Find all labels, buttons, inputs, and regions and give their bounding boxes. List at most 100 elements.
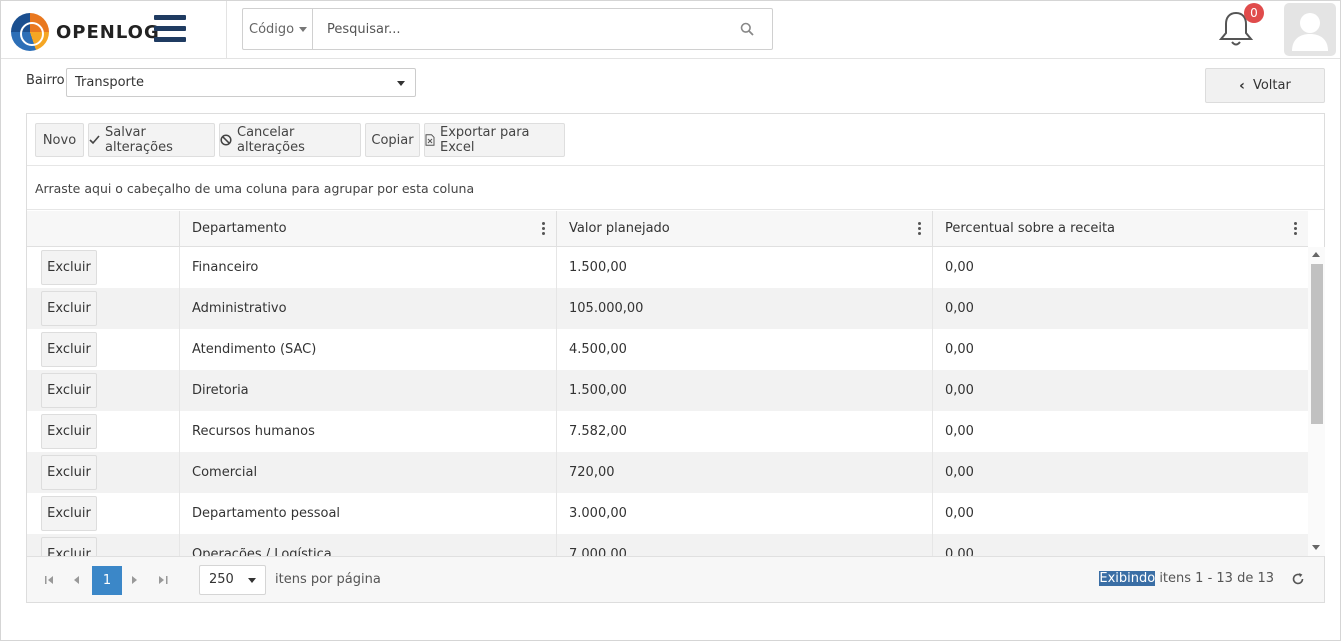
pager-info: Exibindo itens 1 - 13 de 13	[1099, 571, 1274, 586]
delete-row-button[interactable]: Excluir	[41, 455, 97, 490]
cell-departamento[interactable]: Recursos humanos	[179, 411, 556, 452]
brand[interactable]: OPENLOG	[11, 13, 160, 51]
scroll-down-arrow-icon[interactable]	[1312, 545, 1320, 550]
chevron-left-icon: ‹	[1239, 77, 1245, 94]
search-type-label: Código	[249, 21, 295, 37]
cell-departamento[interactable]: Administrativo	[179, 288, 556, 329]
table-row: Excluir Departamento pessoal 3.000,00 0,…	[27, 493, 1308, 534]
bairro-label: Bairro:	[26, 73, 70, 88]
table-row: Excluir Operações / Logística 7.000,00 0…	[27, 534, 1308, 556]
next-page-icon[interactable]	[125, 557, 145, 603]
cell-departamento[interactable]: Financeiro	[179, 247, 556, 288]
search-bar: Código	[242, 8, 773, 50]
grid-pager: 1 250 itens por página Exibindo itens 1 …	[27, 556, 1324, 602]
search-input[interactable]	[313, 9, 722, 49]
column-header-valor-planejado[interactable]: Valor planejado	[556, 211, 932, 247]
hamburger-menu-icon[interactable]	[154, 15, 186, 42]
cell-percentual[interactable]: 0,00	[932, 493, 1308, 534]
cell-departamento[interactable]: Atendimento (SAC)	[179, 329, 556, 370]
delete-row-button[interactable]: Excluir	[41, 250, 97, 285]
cell-valor-planejado[interactable]: 105.000,00	[556, 288, 932, 329]
top-header: OPENLOG Código 0	[1, 1, 1340, 59]
cell-percentual[interactable]: 0,00	[932, 452, 1308, 493]
table-row: Excluir Financeiro 1.500,00 0,00	[27, 247, 1308, 288]
column-header-label: Valor planejado	[569, 221, 670, 236]
search-icon[interactable]	[722, 9, 772, 49]
cell-percentual[interactable]: 0,00	[932, 370, 1308, 411]
first-page-icon[interactable]	[39, 557, 59, 603]
search-type-dropdown[interactable]: Código	[243, 9, 313, 49]
table-row: Excluir Atendimento (SAC) 4.500,00 0,00	[27, 329, 1308, 370]
caret-down-icon	[248, 578, 256, 583]
bairro-selected-value: Transporte	[75, 75, 144, 90]
back-button-label: Voltar	[1252, 78, 1291, 93]
cell-valor-planejado[interactable]: 1.500,00	[556, 370, 932, 411]
refresh-icon[interactable]	[1291, 572, 1307, 588]
table-row: Excluir Recursos humanos 7.582,00 0,00	[27, 411, 1308, 452]
copy-button[interactable]: Copiar	[365, 123, 420, 157]
save-changes-label: Salvar alterações	[105, 125, 173, 155]
column-header-label: Percentual sobre a receita	[945, 221, 1116, 236]
cell-departamento[interactable]: Departamento pessoal	[179, 493, 556, 534]
cell-valor-planejado[interactable]: 7.582,00	[556, 411, 932, 452]
grid-body: Excluir Financeiro 1.500,00 0,00 Excluir…	[27, 247, 1308, 556]
grid-toolbar: Novo Salvar alterações Cancelar alteraçõ…	[27, 114, 1324, 166]
notification-count-badge: 0	[1244, 3, 1264, 23]
page-size-select[interactable]: 250	[199, 565, 266, 595]
header-divider	[226, 1, 227, 58]
cell-percentual[interactable]: 0,00	[932, 329, 1308, 370]
column-menu-icon[interactable]	[542, 222, 546, 236]
export-excel-label: Exportar para Excel	[440, 125, 530, 155]
column-header-label: Departamento	[192, 221, 287, 236]
last-page-icon[interactable]	[153, 557, 173, 603]
cell-departamento[interactable]: Diretoria	[179, 370, 556, 411]
pager-info-highlight: Exibindo	[1099, 571, 1156, 586]
delete-row-button[interactable]: Excluir	[41, 537, 97, 556]
group-drop-area[interactable]: Arraste aqui o cabeçalho de uma coluna p…	[27, 167, 1324, 210]
column-header-actions	[27, 211, 179, 247]
grid-vertical-scrollbar[interactable]	[1308, 247, 1325, 556]
cell-valor-planejado[interactable]: 4.500,00	[556, 329, 932, 370]
delete-row-button[interactable]: Excluir	[41, 291, 97, 326]
cell-percentual[interactable]: 0,00	[932, 534, 1308, 556]
back-button[interactable]: ‹ Voltar	[1205, 68, 1325, 103]
cancel-changes-button[interactable]: Cancelar alterações	[219, 123, 361, 157]
page-size-value: 250	[209, 572, 234, 587]
data-grid: Novo Salvar alterações Cancelar alteraçõ…	[26, 113, 1325, 603]
scrollbar-thumb[interactable]	[1311, 264, 1323, 424]
column-header-percentual[interactable]: Percentual sobre a receita	[932, 211, 1308, 247]
bairro-select[interactable]: Transporte	[66, 68, 416, 97]
cell-percentual[interactable]: 0,00	[932, 411, 1308, 452]
cell-percentual[interactable]: 0,00	[932, 288, 1308, 329]
export-excel-button[interactable]: Exportar para Excel	[424, 123, 565, 157]
scroll-up-arrow-icon[interactable]	[1312, 252, 1320, 257]
delete-row-button[interactable]: Excluir	[41, 496, 97, 531]
copy-button-label: Copiar	[371, 132, 414, 148]
caret-down-icon	[397, 81, 405, 86]
cell-valor-planejado[interactable]: 1.500,00	[556, 247, 932, 288]
cell-departamento[interactable]: Operações / Logística	[179, 534, 556, 556]
brand-name: OPENLOG	[56, 21, 160, 43]
save-changes-button[interactable]: Salvar alterações	[88, 123, 215, 157]
new-button[interactable]: Novo	[35, 123, 84, 157]
delete-row-button[interactable]: Excluir	[41, 414, 97, 449]
cell-valor-planejado[interactable]: 7.000,00	[556, 534, 932, 556]
user-avatar[interactable]	[1284, 3, 1336, 56]
table-row: Excluir Diretoria 1.500,00 0,00	[27, 370, 1308, 411]
caret-down-icon	[299, 26, 308, 32]
delete-row-button[interactable]: Excluir	[41, 373, 97, 408]
cell-valor-planejado[interactable]: 3.000,00	[556, 493, 932, 534]
cell-valor-planejado[interactable]: 720,00	[556, 452, 932, 493]
delete-row-button[interactable]: Excluir	[41, 332, 97, 367]
pager-info-text: itens 1 - 13 de 13	[1155, 571, 1274, 586]
cell-departamento[interactable]: Comercial	[179, 452, 556, 493]
column-menu-icon[interactable]	[1294, 222, 1298, 236]
table-row: Excluir Comercial 720,00 0,00	[27, 452, 1308, 493]
column-menu-icon[interactable]	[918, 222, 922, 236]
current-page-button[interactable]: 1	[92, 566, 122, 595]
column-header-departamento[interactable]: Departamento	[179, 211, 556, 247]
cell-percentual[interactable]: 0,00	[932, 247, 1308, 288]
cancel-icon	[220, 134, 232, 146]
table-row: Excluir Administrativo 105.000,00 0,00	[27, 288, 1308, 329]
previous-page-icon[interactable]	[67, 557, 87, 603]
